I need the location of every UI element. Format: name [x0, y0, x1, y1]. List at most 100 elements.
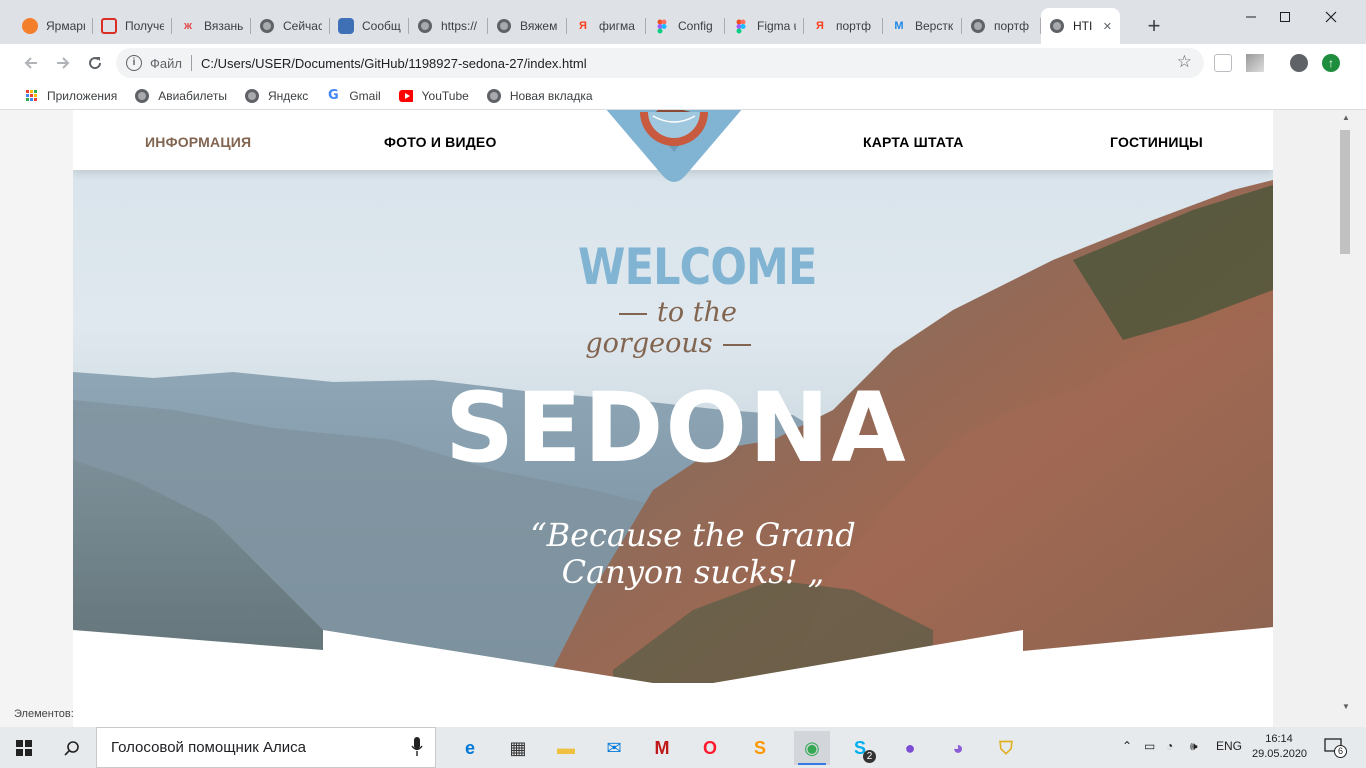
clock-date: 29.05.2020: [1252, 748, 1308, 760]
bookmark-item[interactable]: G Gmail: [326, 88, 381, 103]
tab-title: Ярмарк: [46, 19, 85, 33]
microphone-icon[interactable]: [411, 737, 423, 761]
browser-tab[interactable]: Ярмарк: [14, 8, 93, 44]
globe-icon: [1049, 18, 1065, 34]
globe-icon: [135, 88, 150, 103]
tray-chevron-icon[interactable]: ⌃: [1122, 739, 1132, 753]
browser-tab[interactable]: Яфигма: [567, 8, 646, 44]
sublime-icon[interactable]: S: [742, 731, 778, 765]
folder-icon[interactable]: ▬: [548, 731, 584, 765]
bookmark-item[interactable]: Приложения: [24, 89, 117, 103]
figma-icon: [733, 18, 749, 34]
nav-hotels-link[interactable]: ГОСТИНИЦЫ: [1110, 134, 1203, 150]
language-indicator[interactable]: ENG: [1216, 739, 1242, 753]
forward-icon[interactable]: [50, 50, 76, 76]
bookmark-label: Авиабилеты: [158, 88, 227, 103]
bookmark-item[interactable]: Авиабилеты: [135, 88, 227, 103]
start-windows-icon[interactable]: [0, 727, 48, 768]
edge-icon[interactable]: e: [452, 731, 488, 765]
assistant-search-box[interactable]: Голосовой помощник Алиса: [96, 727, 436, 768]
globe-icon: [259, 18, 275, 34]
extension-gray-icon[interactable]: [1246, 54, 1264, 72]
mcafee-icon[interactable]: M: [644, 731, 680, 765]
update-arrow-icon[interactable]: ↑: [1322, 54, 1340, 72]
hero-quote: “Because the Grand Canyon sucks! „: [523, 517, 863, 591]
system-clock[interactable]: 16:14 29.05.2020: [1252, 732, 1308, 762]
browser-tab[interactable]: портф: [962, 8, 1041, 44]
reload-icon[interactable]: [82, 50, 108, 76]
shield-icon[interactable]: ⛉: [988, 731, 1024, 765]
scheme-label: Файл: [150, 56, 182, 71]
tab-title: Config: [678, 19, 713, 33]
hero-section: WELCOME to the gorgeous SEDONA “Because …: [73, 110, 1273, 727]
page-viewport: Элементов: 11 Выбран 1 элемент: 15,1 КБ: [0, 110, 1366, 727]
page-scrollbar[interactable]: ▲ ▼: [1336, 110, 1366, 727]
omnibox-separator: [191, 55, 192, 71]
google-icon: G: [327, 88, 339, 103]
nav-info-link[interactable]: ИНФОРМАЦИЯ: [145, 134, 251, 150]
browser-tab[interactable]: Сейчас: [251, 8, 330, 44]
search-icon[interactable]: [48, 727, 96, 768]
new-tab-button[interactable]: +: [1140, 12, 1168, 40]
red-square-icon: [101, 18, 117, 34]
nav-state-map-link[interactable]: КАРТА ШТАТА: [863, 134, 964, 150]
bookmark-item[interactable]: YouTube: [398, 88, 469, 103]
extension-icon[interactable]: [1214, 54, 1232, 72]
tab-title: Figma u: [757, 19, 796, 33]
wifi-icon[interactable]: ◔: [1166, 739, 1173, 753]
browser-tab[interactable]: Config: [646, 8, 725, 44]
paint-drop-icon[interactable]: ●: [892, 731, 928, 765]
youtube-icon: [398, 89, 413, 103]
chrome-icon[interactable]: ◉: [794, 731, 830, 765]
dash-left: [619, 312, 648, 315]
store-icon[interactable]: ▦: [500, 731, 536, 765]
bookmarks-bar: Приложения Авиабилеты Яндекс G Gmail YouTube Н…: [0, 82, 1366, 110]
nav-photo-video-link[interactable]: ФОТО И ВИДЕО: [384, 134, 497, 150]
mail-icon[interactable]: ✉: [596, 731, 632, 765]
browser-tab[interactable]: Вяжем: [488, 8, 567, 44]
city-of-sedona-logo[interactable]: [603, 110, 745, 186]
close-window-icon[interactable]: [1308, 0, 1354, 34]
skype-icon[interactable]: S2: [842, 731, 878, 765]
info-icon[interactable]: i: [126, 55, 142, 71]
opera-icon[interactable]: O: [692, 731, 728, 765]
browser-tab[interactable]: https://: [409, 8, 488, 44]
tab-title: Сейчас: [283, 19, 322, 33]
browser-tab[interactable]: Получе: [93, 8, 172, 44]
bookmark-item[interactable]: Яндекс: [244, 88, 308, 103]
windows-taskbar: Голосовой помощник Алиса e ▦ ▬ ✉ M O S ◉ S 2 ● ◕ ⛉ ⌃…: [0, 727, 1366, 768]
browser-tab[interactable]: HTI ✕: [1041, 8, 1120, 44]
profile-avatar-icon[interactable]: [1290, 54, 1308, 72]
browser-tab[interactable]: M Верстк: [883, 8, 962, 44]
url-text[interactable]: C:/Users/USER/Documents/GitHub/1198927-s…: [201, 56, 587, 71]
hero-title: SEDONA: [445, 372, 908, 484]
maximize-icon[interactable]: [1262, 0, 1308, 34]
browser-tab[interactable]: Сообщ: [330, 8, 409, 44]
volume-icon[interactable]: 🕪: [1190, 739, 1198, 754]
browser-tab[interactable]: ж Вязаны: [172, 8, 251, 44]
notifications-count: 6: [1334, 745, 1347, 758]
dash-right: [722, 343, 751, 346]
back-icon[interactable]: [18, 50, 44, 76]
bookmark-star-icon[interactable]: ☆: [1177, 52, 1192, 72]
butterfly-icon: ж: [184, 20, 192, 32]
scroll-down-icon[interactable]: ▼: [1340, 702, 1352, 714]
scrollbar-thumb[interactable]: [1340, 130, 1350, 254]
bookmark-label: YouTube: [421, 88, 469, 103]
yandex-icon: Я: [816, 20, 824, 32]
bookmark-item[interactable]: Новая вкладка: [486, 88, 593, 103]
browser-tab[interactable]: Япортф: [804, 8, 883, 44]
close-tab-icon[interactable]: ✕: [1103, 20, 1112, 33]
address-bar[interactable]: i Файл C:/Users/USER/Documents/GitHub/11…: [116, 48, 1204, 78]
notifications-icon[interactable]: 6: [1324, 737, 1347, 758]
bookmark-label: Gmail: [349, 88, 381, 103]
browser-tab[interactable]: Figma u: [725, 8, 804, 44]
tab-title: Сообщ: [362, 19, 401, 33]
network-icon[interactable]: ▭: [1144, 739, 1155, 753]
scroll-up-icon[interactable]: ▲: [1340, 113, 1352, 125]
background-window: [0, 110, 73, 727]
cat-icon[interactable]: ◕: [940, 731, 976, 765]
bookmark-label: Новая вкладка: [509, 88, 593, 103]
globe-icon: [417, 18, 433, 34]
tab-title: HTI: [1073, 19, 1093, 33]
